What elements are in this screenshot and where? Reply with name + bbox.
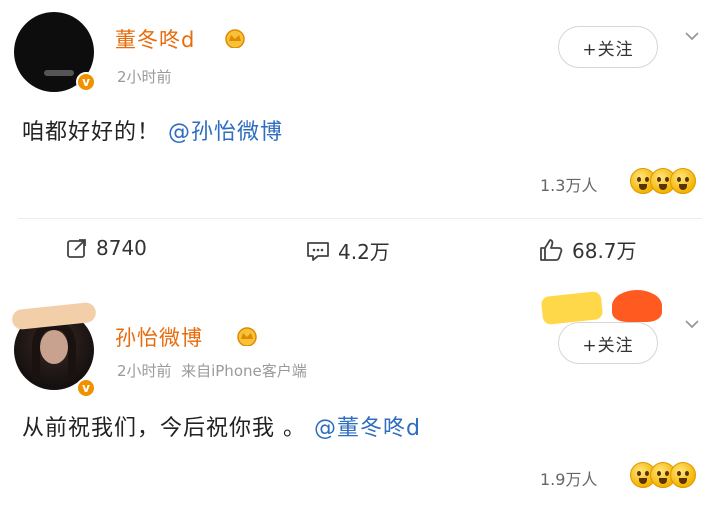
avatar[interactable]: v	[11, 301, 97, 398]
emoji-icon	[670, 462, 696, 488]
follow-sticker-decoration	[540, 290, 672, 326]
verified-badge-icon: v	[76, 72, 96, 92]
emoji-icon	[670, 168, 696, 194]
repost-button[interactable]: 8740	[66, 236, 147, 260]
crown-icon	[225, 29, 245, 48]
reaction-emojis[interactable]	[630, 462, 696, 488]
like-icon	[540, 238, 563, 261]
reaction-emojis[interactable]	[630, 168, 696, 194]
repost-count: 8740	[96, 236, 147, 260]
post-text: 咱都好好的！	[22, 120, 161, 145]
comment-button[interactable]: 4.2万	[306, 236, 390, 265]
crown-icon	[237, 327, 257, 346]
mention-link[interactable]: @孙怡微博	[168, 120, 283, 145]
username[interactable]: 董冬咚d	[115, 24, 195, 54]
follow-button[interactable]: +关注	[558, 26, 658, 68]
weibo-post: v 董冬咚d 2小时前 +关注 咱都好好的！ @孙怡微博 1.3万人 8740 …	[0, 0, 720, 288]
comment-icon	[307, 241, 329, 261]
comment-count: 4.2万	[338, 240, 390, 264]
likes-count: 1.3万人	[540, 176, 598, 195]
like-count: 68.7万	[572, 239, 637, 263]
like-button[interactable]: 68.7万	[538, 235, 637, 264]
post-content: 从前祝我们，今后祝你我 。 @董冬咚d	[22, 410, 421, 442]
post-time: 2小时前	[117, 68, 172, 86]
post-source: 来自iPhone客户端	[181, 362, 307, 380]
weibo-post: v 孙怡微博 2小时前 来自iPhone客户端 +关注 从前祝我们，今后祝你我 …	[0, 288, 720, 508]
likes-count: 1.9万人	[540, 470, 598, 489]
chevron-down-icon[interactable]	[684, 316, 700, 332]
repost-icon	[67, 239, 86, 258]
post-content: 咱都好好的！ @孙怡微博	[22, 114, 283, 146]
post-time-and-source: 2小时前 来自iPhone客户端	[117, 360, 307, 381]
follow-button[interactable]: +关注	[558, 322, 658, 364]
post-text: 从前祝我们，今后祝你我 。	[22, 416, 306, 441]
username[interactable]: 孙怡微博	[115, 322, 203, 352]
chevron-down-icon[interactable]	[684, 28, 700, 44]
mention-link[interactable]: @董冬咚d	[314, 416, 421, 441]
post-time: 2小时前	[117, 362, 172, 380]
avatar[interactable]: v	[14, 12, 96, 92]
divider	[18, 218, 702, 219]
verified-badge-icon: v	[76, 378, 96, 398]
